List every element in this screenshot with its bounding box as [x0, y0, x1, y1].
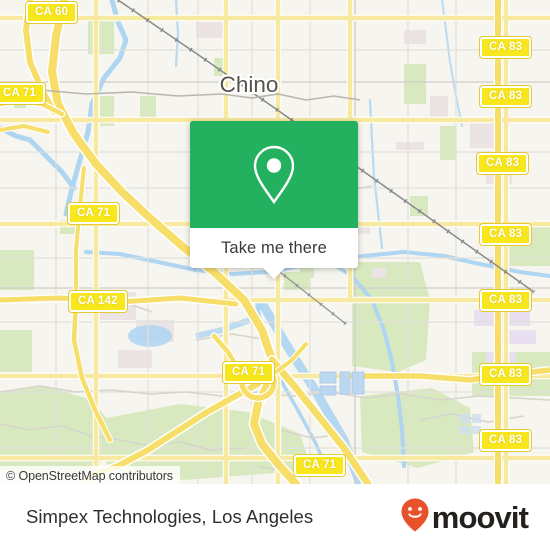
- highway-shield: CA 83: [480, 86, 532, 107]
- highway-shield: CA 142: [69, 291, 127, 312]
- highway-shield: CA 83: [480, 364, 532, 385]
- popup-image-area: [190, 121, 358, 228]
- take-me-there-button[interactable]: Take me there: [221, 239, 327, 258]
- highway-shield: CA 83: [480, 290, 532, 311]
- svg-text:Chino: Chino: [220, 72, 279, 97]
- popup-pointer-tail: [263, 268, 285, 279]
- attribution-text: © OpenStreetMap contributors: [6, 468, 173, 483]
- popup-action-bar[interactable]: Take me there: [190, 228, 358, 279]
- moovit-wordmark: moovit: [431, 499, 529, 535]
- map-popup-card[interactable]: Take me there: [190, 121, 358, 279]
- highway-shield: CA 60: [26, 2, 78, 23]
- highway-shield: CA 83: [477, 153, 529, 174]
- footer-bar: Simpex Technologies, Los Angeles moovit: [0, 484, 550, 550]
- highway-shield: CA 83: [480, 430, 532, 451]
- highway-shield: CA 83: [480, 37, 532, 58]
- moovit-smiley-pin-icon: [401, 498, 429, 537]
- map-attribution: © OpenStreetMap contributors: [0, 466, 180, 484]
- highway-shield: CA 83: [480, 224, 532, 245]
- highway-shield: CA 71: [0, 83, 46, 104]
- highway-shield: CA 71: [68, 203, 120, 224]
- location-pin-icon: [250, 144, 298, 206]
- moovit-logo[interactable]: moovit: [401, 498, 529, 537]
- highway-shield: CA 71: [223, 362, 275, 383]
- place-title: Simpex Technologies, Los Angeles: [26, 506, 314, 527]
- highway-shield: CA 71: [294, 455, 346, 476]
